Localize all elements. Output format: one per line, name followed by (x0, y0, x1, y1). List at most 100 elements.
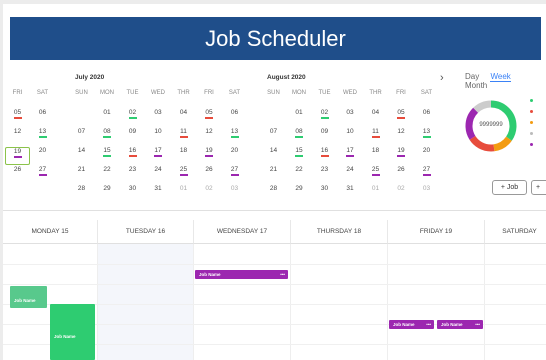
calendar-day[interactable]: 18 (363, 147, 388, 165)
calendar-day[interactable]: 12 (5, 128, 30, 146)
calendar-day[interactable]: 31 (146, 185, 171, 203)
calendar-day[interactable]: 17 (146, 147, 171, 165)
add-other-button[interactable]: + (531, 180, 546, 195)
more-options-icon[interactable]: ••• (426, 320, 431, 329)
week-day-header[interactable]: TUESDAY 16 (98, 220, 194, 244)
calendar-day[interactable]: 13 (30, 128, 55, 146)
week-day-column[interactable] (388, 244, 485, 360)
calendar-day[interactable]: 13 (414, 128, 439, 146)
calendar-day[interactable]: 19 (5, 147, 30, 165)
calendar-day[interactable]: 15 (95, 147, 120, 165)
calendar-day[interactable]: 27 (222, 166, 247, 184)
calendar-day[interactable]: 25 (171, 166, 196, 184)
tab-day[interactable]: Day (465, 72, 479, 81)
calendar-day[interactable]: 04 (363, 109, 388, 127)
calendar-day[interactable]: 17 (338, 147, 363, 165)
calendar-day[interactable]: 29 (287, 185, 312, 203)
calendar-day[interactable]: 06 (222, 109, 247, 127)
calendar-day[interactable]: 07 (69, 128, 94, 146)
calendar-day[interactable]: 11 (363, 128, 388, 146)
next-month-arrow-icon[interactable]: › (440, 72, 444, 84)
calendar-day[interactable]: 09 (120, 128, 145, 146)
add-job-button[interactable]: + Job (492, 180, 527, 195)
calendar-day[interactable]: 21 (261, 166, 286, 184)
calendar-day[interactable]: 31 (338, 185, 363, 203)
calendar-day[interactable]: 05 (5, 109, 30, 127)
calendar-day[interactable]: 10 (338, 128, 363, 146)
calendar-day[interactable]: 08 (95, 128, 120, 146)
calendar-day[interactable]: 24 (338, 166, 363, 184)
week-day-column[interactable] (194, 244, 291, 360)
calendar-day[interactable]: 02 (197, 185, 222, 203)
week-day-column[interactable] (98, 244, 194, 360)
job-event[interactable]: Job Name ••• (437, 320, 483, 329)
calendar-day[interactable]: 29 (95, 185, 120, 203)
calendar-day[interactable]: 05 (197, 109, 222, 127)
job-event[interactable]: Job Name (10, 286, 47, 308)
calendar-day[interactable]: 12 (389, 128, 414, 146)
calendar-day[interactable]: 10 (146, 128, 171, 146)
calendar-day[interactable]: 26 (389, 166, 414, 184)
calendar-day[interactable]: 13 (222, 128, 247, 146)
calendar-day[interactable]: 18 (171, 147, 196, 165)
calendar-day[interactable]: 01 (171, 185, 196, 203)
week-day-header[interactable]: FRIDAY 19 (388, 220, 485, 244)
week-day-header[interactable]: SATURDAY (485, 220, 546, 244)
calendar-day[interactable]: 02 (312, 109, 337, 127)
calendar-day[interactable]: 01 (287, 109, 312, 127)
job-event[interactable]: Job Name ••• (389, 320, 434, 329)
calendar-day[interactable]: 03 (414, 185, 439, 203)
calendar-day[interactable]: 06 (414, 109, 439, 127)
calendar-day[interactable]: 03 (338, 109, 363, 127)
calendar-day[interactable]: 16 (120, 147, 145, 165)
calendar-day[interactable]: 30 (120, 185, 145, 203)
calendar-day[interactable]: 20 (222, 147, 247, 165)
calendar-day[interactable]: 07 (261, 128, 286, 146)
tab-month[interactable]: Month (465, 81, 487, 90)
calendar-day[interactable]: 22 (95, 166, 120, 184)
calendar-day[interactable]: 14 (261, 147, 286, 165)
calendar-day[interactable]: 26 (5, 166, 30, 184)
calendar-day[interactable]: 28 (261, 185, 286, 203)
calendar-day[interactable]: 02 (120, 109, 145, 127)
calendar-day[interactable]: 05 (389, 109, 414, 127)
calendar-day[interactable]: 11 (171, 128, 196, 146)
calendar-day[interactable]: 04 (171, 109, 196, 127)
calendar-day[interactable]: 03 (146, 109, 171, 127)
calendar-day[interactable]: 22 (287, 166, 312, 184)
calendar-day[interactable]: 27 (30, 166, 55, 184)
week-day-header[interactable]: MONDAY 15 (3, 220, 98, 244)
calendar-day[interactable]: 06 (30, 109, 55, 127)
calendar-day[interactable]: 01 (95, 109, 120, 127)
job-event[interactable]: Job Name (50, 304, 95, 360)
week-day-column[interactable] (485, 244, 546, 360)
calendar-day[interactable]: 19 (389, 147, 414, 165)
calendar-day[interactable]: 20 (30, 147, 55, 165)
calendar-day[interactable]: 15 (287, 147, 312, 165)
calendar-day[interactable]: 19 (197, 147, 222, 165)
calendar-day[interactable]: 28 (69, 185, 94, 203)
week-day-header[interactable]: WEDNESDAY 17 (194, 220, 291, 244)
calendar-day[interactable]: 12 (197, 128, 222, 146)
calendar-day[interactable]: 24 (146, 166, 171, 184)
calendar-day[interactable]: 14 (69, 147, 94, 165)
calendar-day[interactable]: 01 (363, 185, 388, 203)
calendar-day[interactable]: 23 (312, 166, 337, 184)
more-options-icon[interactable]: ••• (280, 270, 285, 279)
more-options-icon[interactable]: ••• (475, 320, 480, 329)
calendar-day[interactable]: 02 (389, 185, 414, 203)
calendar-day[interactable]: 03 (222, 185, 247, 203)
calendar-day[interactable]: 23 (120, 166, 145, 184)
job-event[interactable]: Job Name ••• (195, 270, 288, 279)
calendar-day[interactable]: 16 (312, 147, 337, 165)
calendar-day[interactable]: 25 (363, 166, 388, 184)
calendar-day[interactable]: 30 (312, 185, 337, 203)
week-day-header[interactable]: THURSDAY 18 (291, 220, 388, 244)
calendar-day[interactable]: 20 (414, 147, 439, 165)
calendar-day[interactable]: 27 (414, 166, 439, 184)
calendar-day[interactable]: 09 (312, 128, 337, 146)
tab-week[interactable]: Week (490, 72, 511, 82)
calendar-day[interactable]: 08 (287, 128, 312, 146)
week-day-column[interactable] (291, 244, 388, 360)
calendar-day[interactable]: 26 (197, 166, 222, 184)
